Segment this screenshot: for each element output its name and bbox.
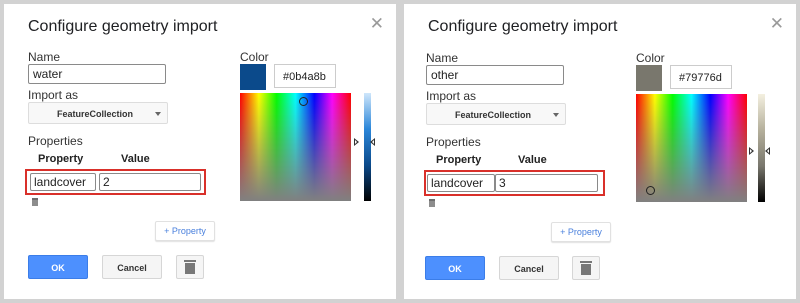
import-as-label: Import as <box>426 89 477 103</box>
import-as-select[interactable]: FeatureCollection <box>426 103 566 125</box>
color-swatch[interactable] <box>240 64 266 90</box>
color-label: Color <box>636 51 665 65</box>
property-value-input[interactable]: 3 <box>495 174 598 192</box>
trash-lid <box>184 260 196 262</box>
ok-button[interactable]: OK <box>28 255 88 279</box>
trash-icon[interactable] <box>32 198 38 206</box>
name-label: Name <box>426 51 459 65</box>
value-column-header: Value <box>518 154 547 166</box>
trash-icon <box>581 264 591 275</box>
configure-geometry-import-dialog-other: Configure geometry import ✕ Name other I… <box>404 4 796 299</box>
name-input[interactable]: water <box>28 64 166 84</box>
add-property-button[interactable]: + Property <box>551 222 611 242</box>
dialog-title: Configure geometry import <box>28 18 218 35</box>
slider-handle-right-arrow[interactable] <box>370 138 375 146</box>
delete-button[interactable] <box>176 255 204 279</box>
cancel-button[interactable]: Cancel <box>102 255 162 279</box>
property-key-input[interactable]: landcover <box>427 174 495 192</box>
delete-button[interactable] <box>572 256 600 280</box>
color-swatch[interactable] <box>636 65 662 91</box>
trash-icon <box>185 263 195 274</box>
properties-label: Properties <box>426 135 481 149</box>
color-spectrum[interactable] <box>636 94 747 202</box>
property-column-header: Property <box>38 153 84 165</box>
close-icon[interactable]: ✕ <box>770 14 784 34</box>
property-column-header: Property <box>436 154 482 166</box>
cancel-button[interactable]: Cancel <box>499 256 559 280</box>
add-property-button[interactable]: + Property <box>155 221 215 241</box>
hex-color-input[interactable]: #79776d <box>670 65 732 89</box>
trash-icon[interactable] <box>429 199 435 207</box>
chevron-down-icon <box>155 112 161 116</box>
color-picker-handle[interactable] <box>299 97 308 106</box>
value-column-header: Value <box>121 153 150 165</box>
hex-color-input[interactable]: #0b4a8b <box>274 64 336 88</box>
slider-handle-left-arrow[interactable] <box>749 147 754 155</box>
import-as-select[interactable]: FeatureCollection <box>28 102 168 124</box>
ok-button[interactable]: OK <box>425 256 485 280</box>
property-value-input[interactable]: 2 <box>99 173 201 191</box>
trash-lid <box>580 261 592 263</box>
name-label: Name <box>28 50 61 64</box>
color-picker-handle[interactable] <box>646 186 655 195</box>
import-as-value: FeatureCollection <box>57 109 134 119</box>
chevron-down-icon <box>553 113 559 117</box>
brightness-slider[interactable] <box>758 94 765 202</box>
dialog-title: Configure geometry import <box>428 18 618 35</box>
color-label: Color <box>240 50 269 64</box>
properties-label: Properties <box>28 134 83 148</box>
slider-handle-left-arrow[interactable] <box>354 138 359 146</box>
name-input[interactable]: other <box>426 65 564 85</box>
import-as-label: Import as <box>28 88 79 102</box>
color-spectrum[interactable] <box>240 93 351 201</box>
brightness-slider[interactable] <box>364 93 371 201</box>
configure-geometry-import-dialog-water: Configure geometry import ✕ Name water I… <box>4 4 396 299</box>
close-icon[interactable]: ✕ <box>370 14 384 34</box>
slider-handle-right-arrow[interactable] <box>765 147 770 155</box>
property-key-input[interactable]: landcover <box>30 173 96 191</box>
import-as-value: FeatureCollection <box>455 110 532 120</box>
